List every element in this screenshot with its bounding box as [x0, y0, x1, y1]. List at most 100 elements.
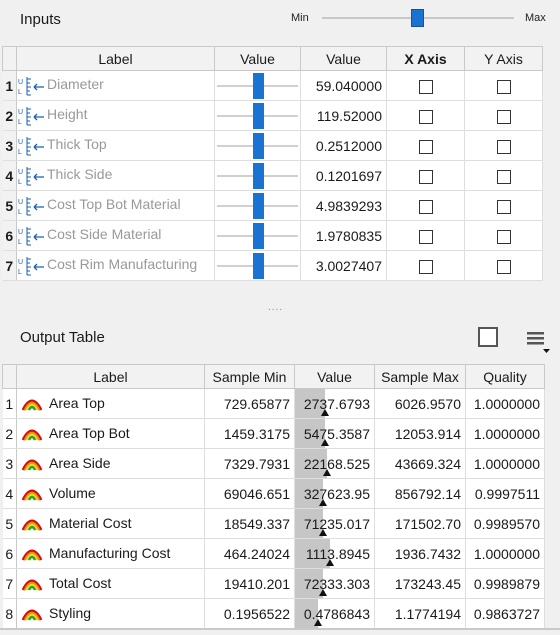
output-value: 2737.6793	[303, 395, 370, 412]
inputs-col-label[interactable]: Label	[16, 46, 215, 71]
x-axis-checkbox-cell[interactable]	[386, 100, 465, 131]
x-axis-checkbox-cell[interactable]	[386, 220, 465, 251]
spectrum-icon	[21, 516, 43, 532]
input-value[interactable]: 59.040000	[300, 70, 387, 101]
x-axis-checkbox-cell[interactable]	[386, 70, 465, 101]
output-row[interactable]: 4 Volume 69046.651 327623.95 856792.14 0.9997…	[2, 478, 545, 509]
y-axis-checkbox-cell[interactable]	[464, 220, 543, 251]
x-axis-checkbox-cell[interactable]	[386, 160, 465, 191]
input-row-number: 6	[2, 220, 17, 251]
input-row[interactable]: 2 U L Height 119.52000	[2, 100, 543, 131]
quality: 1.0000000	[465, 538, 545, 569]
input-value[interactable]: 3.0027407	[300, 250, 387, 281]
x-axis-checkbox[interactable]	[418, 199, 433, 214]
y-axis-checkbox-cell[interactable]	[464, 160, 543, 191]
svg-text:U: U	[18, 229, 23, 236]
input-value[interactable]: 0.2512000	[300, 130, 387, 161]
inputs-col-x-axis[interactable]: X Axis	[386, 46, 465, 71]
y-axis-checkbox[interactable]	[496, 199, 511, 214]
input-slider[interactable]	[214, 220, 301, 251]
y-axis-checkbox[interactable]	[496, 109, 511, 124]
x-axis-checkbox-cell[interactable]	[386, 190, 465, 221]
input-value[interactable]: 4.9839293	[300, 190, 387, 221]
input-label-cell: U L Diameter	[16, 70, 215, 101]
input-row[interactable]: 1 U L Diameter 59.040000	[2, 70, 543, 101]
output-col-sample-max[interactable]: Sample Max	[374, 364, 466, 389]
input-slider-thumb[interactable]	[252, 163, 264, 189]
y-axis-checkbox[interactable]	[496, 229, 511, 244]
input-row[interactable]: 3 U L Thick Top 0.2512000	[2, 130, 543, 161]
input-slider-thumb[interactable]	[252, 133, 264, 159]
input-slider[interactable]	[214, 190, 301, 221]
spectrum-icon	[21, 426, 43, 442]
x-axis-checkbox[interactable]	[418, 139, 433, 154]
x-axis-checkbox[interactable]	[418, 229, 433, 244]
input-value[interactable]: 119.52000	[300, 100, 387, 131]
input-slider[interactable]	[214, 100, 301, 131]
output-col-sample-min[interactable]: Sample Min	[204, 364, 295, 389]
output-col-value[interactable]: Value	[294, 364, 375, 389]
quality: 1.0000000	[465, 388, 545, 419]
input-slider[interactable]	[214, 70, 301, 101]
y-axis-checkbox-cell[interactable]	[464, 70, 543, 101]
output-col-label[interactable]: Label	[16, 364, 205, 389]
input-row[interactable]: 4 U L Thick Side 0.1201697	[2, 160, 543, 191]
y-axis-checkbox[interactable]	[496, 259, 511, 274]
output-row[interactable]: 6 Manufacturing Cost 464.24024 1113.8945 193…	[2, 538, 545, 569]
inputs-col-y-axis[interactable]: Y Axis	[464, 46, 543, 71]
sample-max: 12053.914	[374, 418, 466, 449]
y-axis-checkbox-cell[interactable]	[464, 190, 543, 221]
y-axis-checkbox-cell[interactable]	[464, 250, 543, 281]
input-row-number: 4	[2, 160, 17, 191]
input-slider-thumb[interactable]	[252, 73, 264, 99]
svg-text:U: U	[18, 79, 23, 86]
ruler-icon: UL	[17, 166, 45, 186]
x-axis-checkbox[interactable]	[418, 169, 433, 184]
output-row[interactable]: 7 Total Cost 19410.201 72333.303 173243.45 0.…	[2, 568, 545, 599]
x-axis-checkbox-cell[interactable]	[386, 250, 465, 281]
y-axis-checkbox-cell[interactable]	[464, 100, 543, 131]
y-axis-checkbox[interactable]	[496, 139, 511, 154]
x-axis-checkbox[interactable]	[418, 109, 433, 124]
output-row-number: 1	[2, 388, 17, 419]
input-row[interactable]: 7 U L Cost Rim Manufacturing 3.0027407	[2, 250, 543, 281]
output-row[interactable]: 8 Styling 0.1956522 0.4786843 1.1774194 0.986…	[2, 598, 545, 629]
output-row[interactable]: 5 Material Cost 18549.337 71235.017 171502.7…	[2, 508, 545, 539]
y-axis-checkbox[interactable]	[496, 169, 511, 184]
output-col-quality[interactable]: Quality	[465, 364, 545, 389]
sample-min: 7329.7931	[204, 448, 295, 479]
panel-splitter[interactable]: ....	[268, 302, 283, 313]
input-row[interactable]: 5 U L Cost Top Bot Material 4.9839293	[2, 190, 543, 221]
output-label-cell: Area Top Bot	[16, 418, 205, 449]
input-row[interactable]: 6 U L Cost Side Material 1.9780835	[2, 220, 543, 251]
input-slider-thumb[interactable]	[252, 193, 264, 219]
input-slider-thumb[interactable]	[252, 253, 264, 279]
menu-icon[interactable]	[524, 329, 550, 355]
y-axis-checkbox[interactable]	[496, 79, 511, 94]
inputs-table: Label Value Value X Axis Y Axis 1 U L Diame…	[2, 46, 543, 281]
x-axis-checkbox[interactable]	[418, 79, 433, 94]
input-value[interactable]: 0.1201697	[300, 160, 387, 191]
sample-min: 729.65877	[204, 388, 295, 419]
input-slider[interactable]	[214, 160, 301, 191]
x-axis-checkbox[interactable]	[418, 259, 433, 274]
output-row[interactable]: 2 Area Top Bot 1459.3175 5475.3587 12053.914…	[2, 418, 545, 449]
output-row[interactable]: 1 Area Top 729.65877 2737.6793 6026.9570 1.00…	[2, 388, 545, 419]
y-axis-checkbox-cell[interactable]	[464, 130, 543, 161]
quality: 0.9989570	[465, 508, 545, 539]
inputs-col-value-slider[interactable]: Value	[214, 46, 301, 71]
ruler-icon: UL	[17, 136, 45, 156]
input-slider[interactable]	[214, 130, 301, 161]
output-row-number: 4	[2, 478, 17, 509]
x-axis-checkbox-cell[interactable]	[386, 130, 465, 161]
output-row[interactable]: 3 Area Side 7329.7931 22168.525 43669.324 1.0…	[2, 448, 545, 479]
input-value[interactable]: 1.9780835	[300, 220, 387, 251]
inputs-col-value[interactable]: Value	[300, 46, 387, 71]
maximize-button[interactable]	[478, 327, 498, 347]
input-label-cell: U L Cost Side Material	[16, 220, 215, 251]
input-slider[interactable]	[214, 250, 301, 281]
svg-text:L: L	[18, 269, 22, 276]
input-slider-thumb[interactable]	[252, 103, 264, 129]
input-slider-thumb[interactable]	[252, 223, 264, 249]
global-slider-thumb[interactable]	[411, 9, 424, 27]
